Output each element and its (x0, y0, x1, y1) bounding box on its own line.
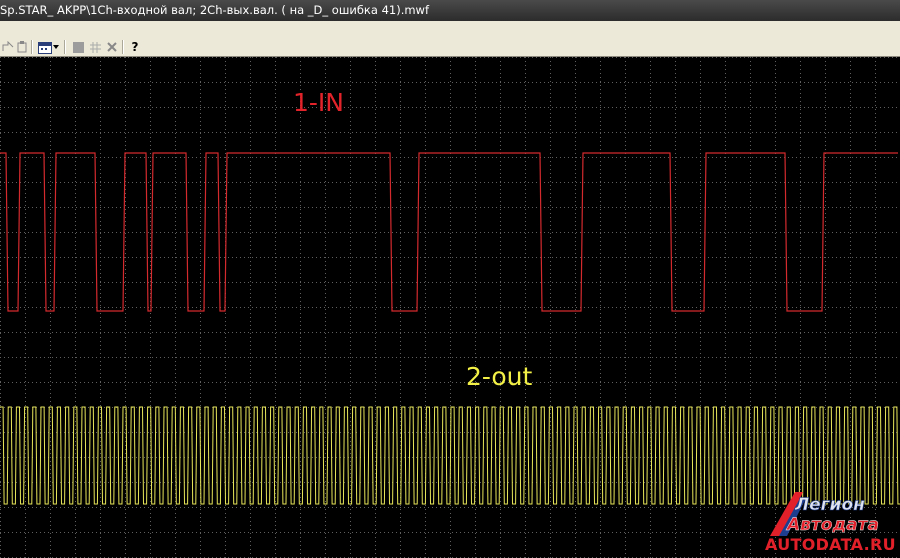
paste-icon[interactable] (14, 39, 30, 55)
dropdown-arrow-icon[interactable] (52, 39, 60, 55)
toolbar-separator (31, 40, 33, 54)
menu-bar (0, 21, 900, 39)
watermark-line1: Легион (794, 495, 865, 515)
waveform-canvas (0, 57, 900, 558)
window-title: Sp.STAR_ AKPP\1Ch-входной вал; 2Ch-вых.в… (0, 3, 430, 17)
close-icon[interactable] (104, 39, 120, 55)
watermark-url: AUTODATA.RU (765, 535, 896, 554)
grid-icon[interactable] (87, 39, 103, 55)
toolbar: ? (0, 38, 900, 57)
toolbar-separator (64, 40, 66, 54)
channel-2-label: 2-out (466, 362, 533, 391)
toolbar-separator (122, 40, 124, 54)
oscilloscope-display: 1-IN 2-out Легион Автодата AUTODATA.RU (0, 57, 900, 558)
watermark-line2: Автодата (785, 515, 879, 535)
watermark-logo: Легион Автодата AUTODATA.RU (765, 490, 900, 558)
channel-1-label: 1-IN (293, 88, 345, 117)
stop-icon[interactable] (70, 39, 86, 55)
window-title-bar: Sp.STAR_ AKPP\1Ch-входной вал; 2Ch-вых.в… (0, 0, 900, 21)
calendar-icon[interactable] (37, 39, 53, 55)
help-icon[interactable]: ? (127, 39, 143, 55)
